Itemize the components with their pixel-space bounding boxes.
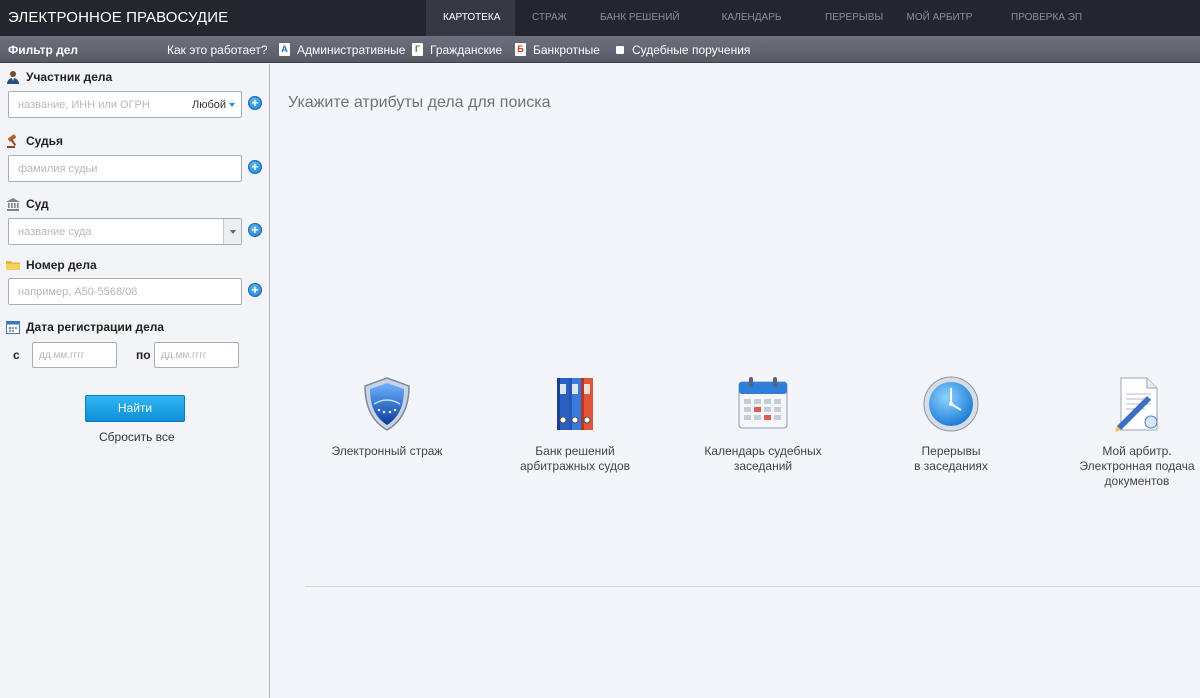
tab-calendar[interactable]: КАЛЕНДАРЬ <box>695 0 808 36</box>
tab-my-arbiter[interactable]: МОЙ АРБИТР <box>885 0 994 36</box>
case-number-input[interactable]: например, А50-5568/08 <box>8 278 242 305</box>
date-to-placeholder: дд.мм.гггг <box>161 350 207 361</box>
court-dropdown-arrow-icon[interactable] <box>223 219 241 244</box>
binders-icon <box>557 378 593 430</box>
court-label: Суд <box>6 197 49 211</box>
tab-strazh[interactable]: СТРАЖ <box>515 0 583 36</box>
court-select[interactable]: название суда <box>8 218 242 245</box>
add-participant-button[interactable]: + <box>248 96 262 110</box>
service-breaks[interactable]: Перерывы в заседаниях <box>871 374 1031 474</box>
participant-label: Участник дела <box>6 70 112 84</box>
brand-logo[interactable]: ЭЛЕКТРОННОЕ ПРАВОСУДИЕ <box>8 9 228 26</box>
category-label: Гражданские <box>430 42 503 57</box>
service-label: Календарь судебных заседаний <box>704 444 822 473</box>
document-pen-icon <box>1115 377 1158 432</box>
add-court-button[interactable]: + <box>248 223 262 237</box>
service-my-arbiter[interactable]: Мой арбитр. Электронная подача документо… <box>1057 374 1200 489</box>
category-civil[interactable]: Г Гражданские <box>412 42 502 57</box>
clock-icon <box>923 376 979 432</box>
category-label: Административные <box>297 42 406 57</box>
judge-input[interactable]: фамилия судьи <box>8 155 242 182</box>
top-nav: КАРТОТЕКА СТРАЖ БАНК РЕШЕНИЙ КАЛЕНДАРЬ П… <box>426 0 1091 36</box>
case-number-label: Номер дела <box>6 258 97 272</box>
reg-date-label: Дата регистрации дела <box>6 320 164 334</box>
participant-input[interactable]: название, ИНН или ОГРН Любой <box>8 91 242 118</box>
date-from-label: с <box>13 348 20 362</box>
service-decisions-bank[interactable]: Банк решений арбитражных судов <box>495 374 655 474</box>
category-court-orders[interactable]: Судебные поручения <box>614 42 750 57</box>
calendar-icon <box>738 377 788 429</box>
category-letter-b-icon: Б <box>515 43 526 56</box>
category-letter-a-icon: А <box>279 43 290 56</box>
reset-all-link[interactable]: Сбросить все <box>99 430 175 444</box>
date-from-placeholder: дд.мм.гггг <box>39 350 85 361</box>
service-electronic-guard[interactable]: Электронный страж <box>307 374 467 459</box>
case-number-placeholder: например, А50-5568/08 <box>18 286 138 298</box>
category-bankruptcy[interactable]: Б Банкротные <box>515 42 600 57</box>
courthouse-icon <box>6 197 20 211</box>
date-to-input[interactable]: дд.мм.гггг <box>154 342 239 368</box>
content-divider <box>305 586 1200 587</box>
judge-placeholder: фамилия судьи <box>18 163 98 175</box>
filter-title: Фильтр дел <box>8 43 79 57</box>
tab-breaks[interactable]: ПЕРЕРЫВЫ <box>808 0 885 36</box>
filter-bar: Фильтр дел Как это работает? А Администр… <box>0 36 1200 63</box>
add-judge-button[interactable]: + <box>248 160 262 174</box>
chevron-down-icon <box>229 103 235 108</box>
category-administrative[interactable]: А Административные <box>279 42 405 57</box>
shield-icon <box>364 377 410 431</box>
add-case-number-button[interactable]: + <box>248 283 262 297</box>
filter-sidebar: Участник дела название, ИНН или ОГРН Люб… <box>0 64 270 698</box>
service-label: Электронный страж <box>331 444 443 458</box>
participant-type-select[interactable]: Любой <box>192 99 235 111</box>
category-label: Банкротные <box>533 42 600 57</box>
top-bar: ЭЛЕКТРОННОЕ ПРАВОСУДИЕ КАРТОТЕКА СТРАЖ Б… <box>0 0 1200 36</box>
date-to-label: по <box>136 348 151 362</box>
service-label: Перерывы в заседаниях <box>914 444 988 473</box>
find-button[interactable]: Найти <box>85 395 185 422</box>
judge-label: Судья <box>6 134 63 148</box>
service-label: Мой арбитр. Электронная подача документо… <box>1079 444 1195 488</box>
category-letter-g-icon: Г <box>412 43 423 56</box>
participant-placeholder: название, ИНН или ОГРН <box>18 99 150 111</box>
service-court-calendar[interactable]: Календарь судебных заседаний <box>683 374 843 474</box>
category-label: Судебные поручения <box>632 42 751 57</box>
service-label: Банк решений арбитражных судов <box>519 444 631 473</box>
tab-kartoteka[interactable]: КАРТОТЕКА <box>426 0 515 36</box>
category-square-icon <box>616 45 624 54</box>
date-from-input[interactable]: дд.мм.гггг <box>32 342 117 368</box>
folder-icon <box>6 258 20 272</box>
tab-check-signature[interactable]: ПРОВЕРКА ЭП <box>994 0 1091 36</box>
court-placeholder: название суда <box>18 226 92 238</box>
tab-bank-resheniy[interactable]: БАНК РЕШЕНИЙ <box>583 0 695 36</box>
search-hint: Укажите атрибуты дела для поиска <box>288 94 551 111</box>
main-content: Укажите атрибуты дела для поиска Электро… <box>271 64 1200 698</box>
how-it-works-link[interactable]: Как это работает? <box>167 43 268 57</box>
calendar-icon <box>6 320 20 334</box>
person-icon <box>6 70 20 84</box>
gavel-icon <box>6 134 20 148</box>
